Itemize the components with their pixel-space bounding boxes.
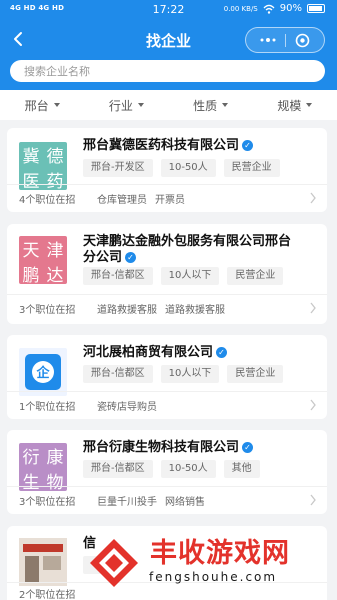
battery-icon — [307, 4, 325, 13]
logo-text: 天 津 鹏 达 — [22, 241, 64, 286]
company-name: 邢台冀德医药科技有限公司 ✓ — [83, 138, 254, 154]
company-name: 邢台衍康生物科技有限公司 ✓ — [83, 440, 254, 456]
nav-bar: 找企业 — [0, 24, 337, 56]
filter-label: 规模 — [277, 98, 302, 113]
mini-program-capsule — [245, 27, 325, 53]
company-card[interactable]: 企 河北展柏商贸有限公司 ✓ 邢台-信都区 10人以下 民营企业 1个职位在招 瓷… — [7, 335, 327, 419]
network-speed: 0.00 KB/S — [223, 4, 258, 13]
caret-down-icon — [137, 103, 144, 107]
more-icon[interactable] — [260, 36, 276, 44]
company-logo: 企 — [19, 348, 67, 396]
company-tags: 邢台-信都区 10-50人 其他 — [83, 460, 260, 478]
verified-icon: ✓ — [242, 442, 254, 453]
storefront-image — [19, 538, 67, 586]
status-bar: 4G HD 4G HD 17:22 0.00 KB/S 90% — [0, 0, 337, 20]
job-count: 4个职位在招 — [19, 195, 76, 206]
job-title: 道路救援客服 — [165, 305, 225, 316]
enterprise-logo-icon: 企 — [25, 354, 61, 390]
company-name: 河北展柏商贸有限公司 ✓ — [83, 345, 228, 361]
company-name: 天津鹏达金融外包服务有限公司邢台 分公司 ✓ — [83, 234, 292, 265]
company-photo — [19, 538, 67, 586]
tag-location: 邢台-信都区 — [83, 460, 153, 478]
company-card[interactable]: 天 津 鹏 达 天津鹏达金融外包服务有限公司邢台 分公司 ✓ 邢台-信都区 10人… — [7, 224, 327, 324]
filter-industry[interactable]: 行业 — [109, 97, 144, 114]
job-count: 1个职位在招 — [19, 402, 76, 413]
card-footer: 1个职位在招 瓷砖店导购员 — [7, 391, 327, 417]
job-list: 瓷砖店导购员 — [97, 398, 157, 413]
company-logo: 冀 德 医 药 — [19, 142, 67, 192]
company-card[interactable]: 衍 康 生 物 邢台衍康生物科技有限公司 ✓ 邢台-信都区 10-50人 其他 3… — [7, 430, 327, 514]
caret-down-icon — [222, 103, 229, 107]
search-input[interactable] — [10, 60, 325, 83]
caret-down-icon — [53, 103, 60, 107]
tag-location: 邢台-开发区 — [83, 159, 153, 177]
filter-label: 性质 — [193, 98, 218, 113]
caret-down-icon — [306, 103, 313, 107]
job-count: 2个职位在招 — [19, 590, 76, 600]
job-title: 仓库管理员 — [97, 195, 147, 206]
wifi-icon — [263, 4, 275, 14]
status-right: 0.00 KB/S 90% — [224, 3, 325, 14]
watermark-logo-icon — [90, 539, 138, 587]
filter-size[interactable]: 规模 — [277, 97, 313, 114]
company-logo: 衍 康 生 物 — [19, 443, 67, 493]
close-target-icon[interactable] — [295, 33, 310, 48]
logo-text: 冀 德 医 药 — [22, 147, 64, 192]
job-list: 道路救援客服 道路救援客服 — [97, 301, 225, 316]
tag-type: 民营企业 — [227, 365, 284, 383]
tag-location: 邢台-信都区 — [83, 267, 153, 285]
filter-nature[interactable]: 性质 — [193, 97, 229, 114]
job-title: 道路救援客服 — [97, 305, 157, 316]
tag-type: 民营企业 — [227, 267, 284, 285]
verified-icon: ✓ — [216, 347, 228, 358]
header: 4G HD 4G HD 17:22 0.00 KB/S 90% 找企业 — [0, 0, 337, 90]
logo-text: 衍 康 生 物 — [22, 448, 64, 493]
company-tags: 邢台-信都区 10人以下 民营企业 — [83, 365, 284, 383]
job-title: 巨量千川投手 — [97, 497, 157, 508]
job-count: 3个职位在招 — [19, 497, 76, 508]
verified-icon: ✓ — [125, 252, 137, 263]
tag-size: 10人以下 — [160, 267, 220, 285]
job-title: 网络销售 — [165, 497, 205, 508]
search-bar — [10, 60, 325, 83]
watermark-title: 丰收游戏网 — [150, 538, 290, 569]
job-list: 仓库管理员 开票员 — [97, 191, 185, 206]
card-footer: 4个职位在招 仓库管理员 开票员 — [7, 184, 327, 210]
verified-icon: ✓ — [242, 140, 254, 151]
svg-text:企: 企 — [35, 365, 50, 381]
chevron-right-icon — [310, 302, 316, 314]
tag-size: 10-50人 — [160, 460, 216, 478]
capsule-divider — [285, 34, 286, 47]
tag-size: 10人以下 — [160, 365, 220, 383]
chevron-right-icon — [310, 192, 316, 204]
filter-bar: 邢台 行业 性质 规模 — [0, 90, 337, 120]
tag-size: 10-50人 — [160, 159, 216, 177]
company-tags: 邢台-开发区 10-50人 民营企业 — [83, 159, 280, 177]
tag-type: 民营企业 — [223, 159, 280, 177]
watermark-url: fengshouhe.com — [149, 570, 278, 584]
filter-label: 行业 — [108, 98, 133, 113]
job-list: 巨量千川投手 网络销售 — [97, 493, 205, 508]
company-tags: 邢台-信都区 10人以下 民营企业 — [83, 267, 284, 285]
card-footer: 3个职位在招 道路救援客服 道路救援客服 — [7, 294, 327, 320]
job-count: 3个职位在招 — [19, 305, 76, 316]
battery-percent: 90% — [279, 3, 302, 14]
chevron-right-icon — [310, 494, 316, 506]
job-title: 开票员 — [155, 195, 185, 206]
tag-location: 邢台-信都区 — [83, 365, 153, 383]
site-watermark: 丰收游戏网 fengshouhe.com — [82, 527, 337, 600]
filter-label: 邢台 — [24, 98, 49, 113]
chevron-right-icon — [310, 399, 316, 411]
filter-city[interactable]: 邢台 — [25, 97, 60, 114]
company-logo: 天 津 鹏 达 — [19, 236, 67, 286]
job-title: 瓷砖店导购员 — [97, 402, 157, 413]
company-card[interactable]: 冀 德 医 药 邢台冀德医药科技有限公司 ✓ 邢台-开发区 10-50人 民营企业… — [7, 128, 327, 212]
card-footer: 3个职位在招 巨量千川投手 网络销售 — [7, 486, 327, 512]
tag-type: 其他 — [223, 460, 260, 478]
